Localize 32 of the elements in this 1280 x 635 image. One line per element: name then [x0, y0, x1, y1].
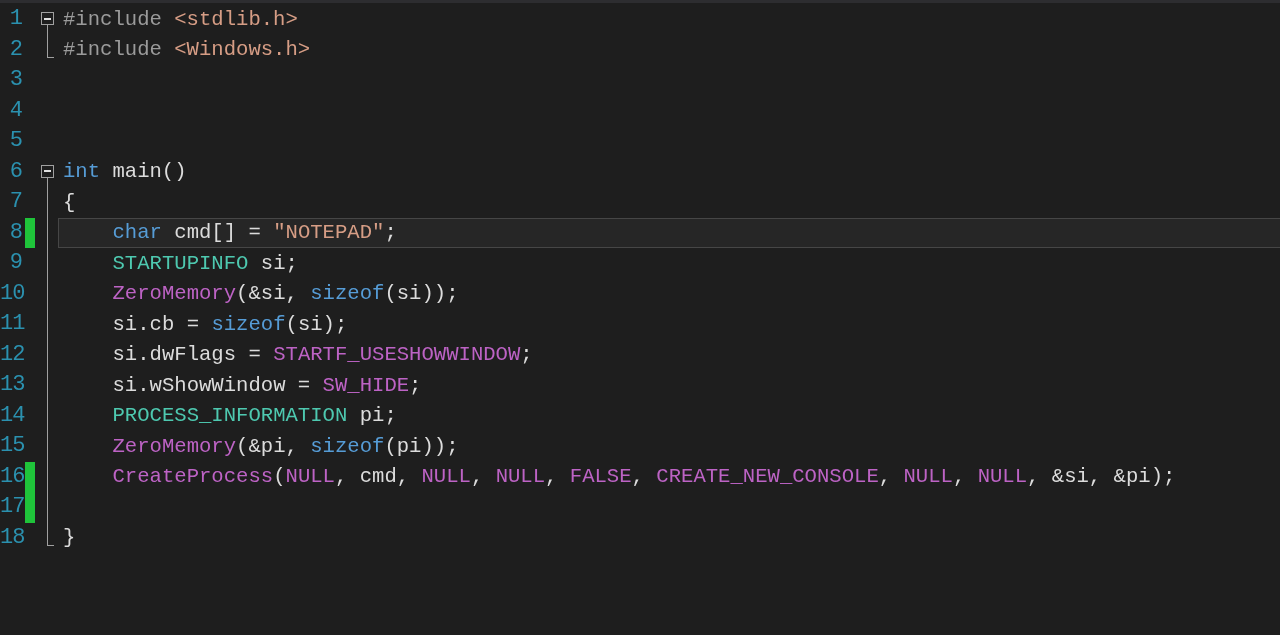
code-line: si.wShowWindow = SW_HIDE; [112, 373, 422, 397]
code-line: #include <Windows.h> [63, 38, 311, 62]
line-number: 1 [8, 5, 22, 33]
code-line: } [63, 526, 76, 550]
line-number: 15 [0, 432, 22, 460]
line-number: 17 [0, 493, 22, 521]
code-line: STARTUPINFO si; [112, 251, 298, 275]
code-line: PROCESS_INFORMATION pi; [112, 404, 397, 428]
line-number: 9 [8, 249, 22, 277]
code-line: si.cb = sizeof(si); [112, 312, 348, 336]
line-number: 18 [0, 523, 22, 552]
line-number: 12 [0, 340, 22, 369]
code-line: CreateProcess(NULL, cmd, NULL, NULL, FALSE, CREATE_NEW_CONSOLE, NULL, NULL, &si, &pi); [112, 465, 1176, 489]
line-number: 8 [8, 218, 22, 247]
code-line: ZeroMemory(&si, sizeof(si)); [112, 282, 459, 306]
collapse-icon[interactable] [41, 164, 54, 178]
line-number: 6 [8, 157, 22, 186]
collapse-icon[interactable] [41, 12, 54, 25]
line-number: 4 [8, 96, 22, 125]
line-number: 2 [8, 35, 22, 64]
line-number: 10 [0, 279, 22, 308]
line-number: 7 [8, 188, 22, 216]
code-line: si.dwFlags = STARTF_USESHOWWINDOW; [112, 343, 533, 367]
code-line: #include <stdlib.h> [63, 7, 298, 31]
code-line: char cmd[] = "NOTEPAD"; [112, 221, 397, 245]
line-number: 3 [8, 66, 22, 94]
line-number: 16 [0, 462, 22, 491]
line-number: 13 [0, 371, 22, 399]
code-line: ZeroMemory(&pi, sizeof(pi)); [112, 434, 459, 458]
line-number: 5 [8, 127, 22, 155]
code-line: int main() [63, 160, 187, 184]
code-line: { [63, 190, 76, 214]
